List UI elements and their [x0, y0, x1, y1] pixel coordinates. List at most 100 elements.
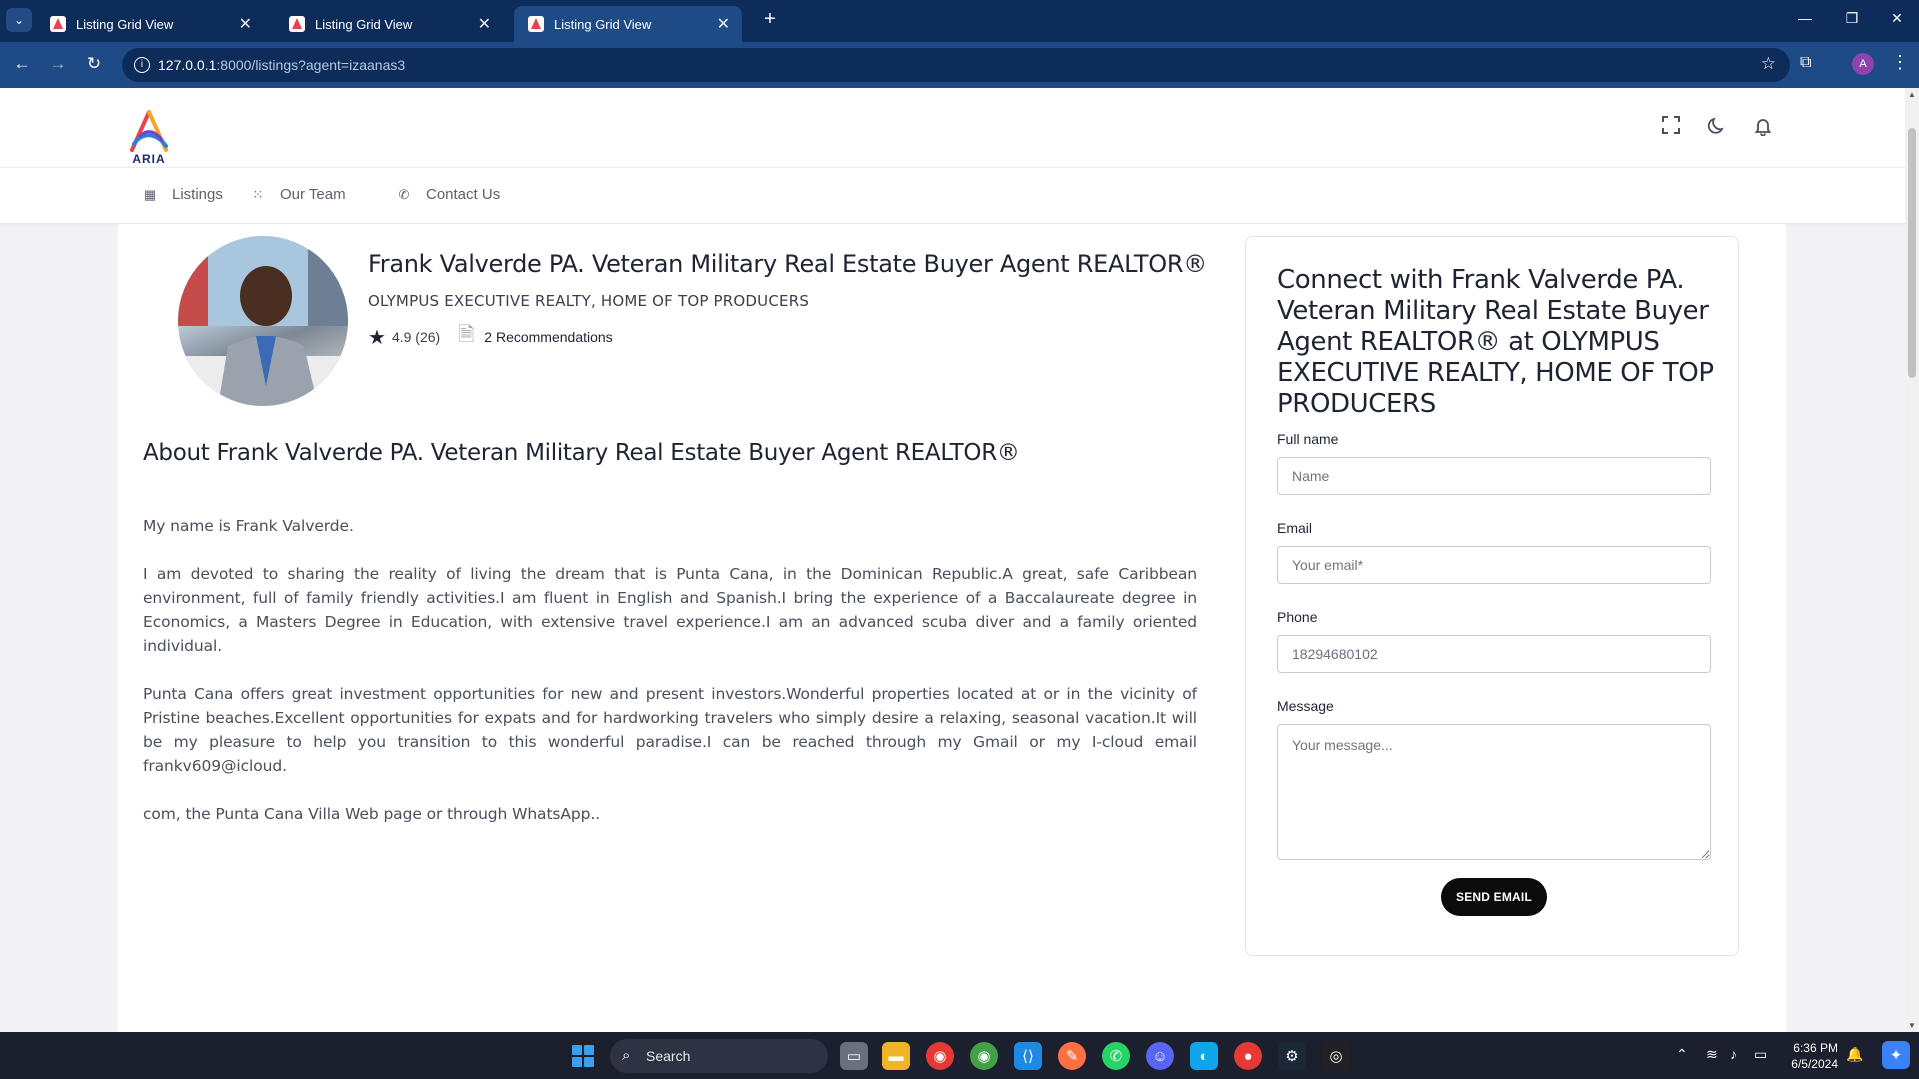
site-favicon-icon — [289, 16, 305, 32]
browser-tab[interactable]: Listing Grid View ✕ — [275, 6, 503, 42]
restore-icon[interactable]: ❐ — [1832, 10, 1872, 27]
new-tab-button[interactable]: + — [758, 8, 782, 31]
tab-title: Listing Grid View — [76, 16, 174, 32]
edge-icon[interactable]: ◐ — [1190, 1042, 1218, 1070]
fullscreen-icon[interactable] — [1660, 116, 1682, 138]
agent-name: Frank Valverde PA. Veteran Military Real… — [368, 250, 1207, 278]
web-page: ARIA ▦ Listings ⁙ Our Team ✆ Contact Us — [0, 88, 1905, 1032]
email-field[interactable] — [1277, 546, 1711, 584]
nav-item-label: Listings — [172, 186, 223, 203]
browser-menu-icon[interactable]: ⋮ — [1891, 52, 1909, 73]
about-paragraph: com, the Punta Cana Villa Web page or th… — [143, 805, 601, 823]
nav-item-listings[interactable]: ▦ Listings — [142, 186, 223, 203]
phone-icon: ✆ — [398, 186, 410, 202]
agent-rating-row: ★ 4.9 (26) 🗎 2 Recommendations — [368, 320, 613, 354]
message-field[interactable] — [1277, 724, 1711, 860]
wifi-icon[interactable]: ≋ — [1706, 1046, 1718, 1063]
obs-icon[interactable]: ◎ — [1322, 1042, 1350, 1070]
document-icon: 🗎 — [458, 324, 475, 346]
site-info-icon[interactable]: i — [134, 57, 150, 73]
reload-icon[interactable]: ↻ — [82, 54, 106, 74]
about-heading: About Frank Valverde PA. Veteran Militar… — [143, 440, 1020, 466]
nav-item-label: Our Team — [280, 186, 346, 203]
scroll-up-icon[interactable]: ▲ — [1908, 90, 1916, 99]
main-nav: ▦ Listings ⁙ Our Team ✆ Contact Us — [0, 168, 1905, 224]
scrollbar-thumb[interactable] — [1908, 128, 1916, 378]
browser-tab-active[interactable]: Listing Grid View ✕ — [514, 6, 742, 42]
minimize-icon[interactable]: — — [1785, 10, 1825, 26]
agency-name: OLYMPUS EXECUTIVE REALTY, HOME OF TOP PR… — [368, 292, 810, 310]
battery-icon[interactable]: ▭ — [1754, 1046, 1767, 1063]
message-label: Message — [1277, 698, 1334, 714]
browser-tab-bar: ⌄ Listing Grid View ✕ Listing Grid View … — [0, 0, 1919, 42]
browser-tab[interactable]: Listing Grid View ✕ — [36, 6, 264, 42]
window-close-icon[interactable]: ✕ — [1877, 10, 1917, 27]
forward-icon[interactable]: → — [46, 54, 70, 74]
notification-bell-icon[interactable]: 🔔 — [1846, 1046, 1863, 1063]
steam-icon[interactable]: ⚙ — [1278, 1042, 1306, 1070]
tab-title: Listing Grid View — [554, 16, 652, 32]
phone-field[interactable] — [1277, 635, 1711, 673]
about-paragraph: My name is Frank Valverde. — [143, 517, 354, 535]
browser-toolbar: ← → ↻ i 127.0.0.1:8000/listings?agent=iz… — [0, 42, 1919, 88]
chrome-profile-icon[interactable]: ◉ — [970, 1042, 998, 1070]
search-icon: ⌕ — [622, 1047, 631, 1064]
full-name-field[interactable] — [1277, 457, 1711, 495]
windows-taskbar: ⌕ Search ▭ ▬ ◉ ◉ ⟨⟩ ✎ ✆ ☺ ◐ ● ⚙ ◎ ⌃ ≋ ♪ … — [0, 1032, 1919, 1079]
grid-icon: ⁙ — [252, 186, 264, 202]
site-favicon-icon — [50, 16, 66, 32]
full-name-label: Full name — [1277, 431, 1339, 447]
file-explorer-icon[interactable]: ▬ — [882, 1042, 910, 1070]
star-icon: ★ — [368, 326, 386, 349]
taskbar-search[interactable]: ⌕ Search — [610, 1039, 828, 1073]
about-text: My name is Frank Valverde. I am devoted … — [143, 514, 1197, 850]
clock-date: 6/5/2024 — [1791, 1057, 1838, 1071]
whatsapp-icon[interactable]: ✆ — [1102, 1042, 1130, 1070]
about-paragraph: I am devoted to sharing the reality of l… — [143, 565, 1197, 655]
address-bar[interactable]: i 127.0.0.1:8000/listings?agent=izaanas3… — [122, 48, 1790, 82]
nav-item-our-team[interactable]: ⁙ Our Team — [250, 186, 346, 203]
back-icon[interactable]: ← — [10, 54, 34, 74]
phone-label: Phone — [1277, 609, 1318, 625]
contact-card: Connect with Frank Valverde PA. Veteran … — [1245, 236, 1739, 956]
vscode-icon[interactable]: ⟨⟩ — [1014, 1042, 1042, 1070]
aria-logo[interactable]: ARIA — [126, 110, 172, 166]
close-icon[interactable]: ✕ — [478, 14, 491, 34]
bookmark-star-icon[interactable]: ☆ — [1761, 54, 1776, 74]
tab-title: Listing Grid View — [315, 16, 413, 32]
agent-photo — [178, 236, 348, 406]
close-icon[interactable]: ✕ — [239, 14, 252, 34]
copilot-icon[interactable]: ✦ — [1882, 1041, 1910, 1069]
send-email-button[interactable]: SEND EMAIL — [1441, 878, 1547, 916]
logo-mark-icon — [130, 110, 168, 152]
page-scrollbar[interactable]: ▲ ▼ — [1905, 88, 1919, 1032]
volume-icon[interactable]: ♪ — [1730, 1046, 1737, 1062]
windows-start-icon[interactable] — [572, 1045, 594, 1067]
clock-time: 6:36 PM — [1793, 1041, 1838, 1055]
close-icon[interactable]: ✕ — [717, 14, 730, 34]
nav-item-contact-us[interactable]: ✆ Contact Us — [396, 186, 501, 203]
url-path: :8000/listings?agent=izaanas3 — [216, 57, 406, 73]
task-view-icon[interactable]: ▭ — [840, 1042, 868, 1070]
building-icon: ▦ — [143, 186, 157, 202]
main-content: Frank Valverde PA. Veteran Military Real… — [118, 224, 1786, 1032]
taskbar-clock[interactable]: 6:36 PM 6/5/2024 — [1782, 1040, 1838, 1072]
scroll-down-icon[interactable]: ▼ — [1908, 1021, 1916, 1030]
site-favicon-icon — [528, 16, 544, 32]
tray-chevron-icon[interactable]: ⌃ — [1676, 1046, 1688, 1063]
recorder-icon[interactable]: ● — [1234, 1042, 1262, 1070]
recommendations-link[interactable]: 2 Recommendations — [484, 329, 612, 345]
discord-icon[interactable]: ☺ — [1146, 1042, 1174, 1070]
postman-icon[interactable]: ✎ — [1058, 1042, 1086, 1070]
rating-value: 4.9 (26) — [391, 329, 441, 345]
bell-icon[interactable] — [1752, 116, 1774, 138]
site-header: ARIA — [0, 88, 1905, 168]
dark-mode-icon[interactable] — [1706, 116, 1728, 138]
chrome-icon[interactable]: ◉ — [926, 1042, 954, 1070]
extensions-icon[interactable]: ⧉ — [1800, 54, 1811, 72]
logo-text: ARIA — [132, 152, 166, 166]
tab-search-button[interactable]: ⌄ — [6, 8, 32, 32]
nav-item-label: Contact Us — [426, 186, 501, 203]
profile-avatar[interactable]: A — [1852, 53, 1874, 75]
about-paragraph: Punta Cana offers great investment oppor… — [143, 685, 1197, 775]
